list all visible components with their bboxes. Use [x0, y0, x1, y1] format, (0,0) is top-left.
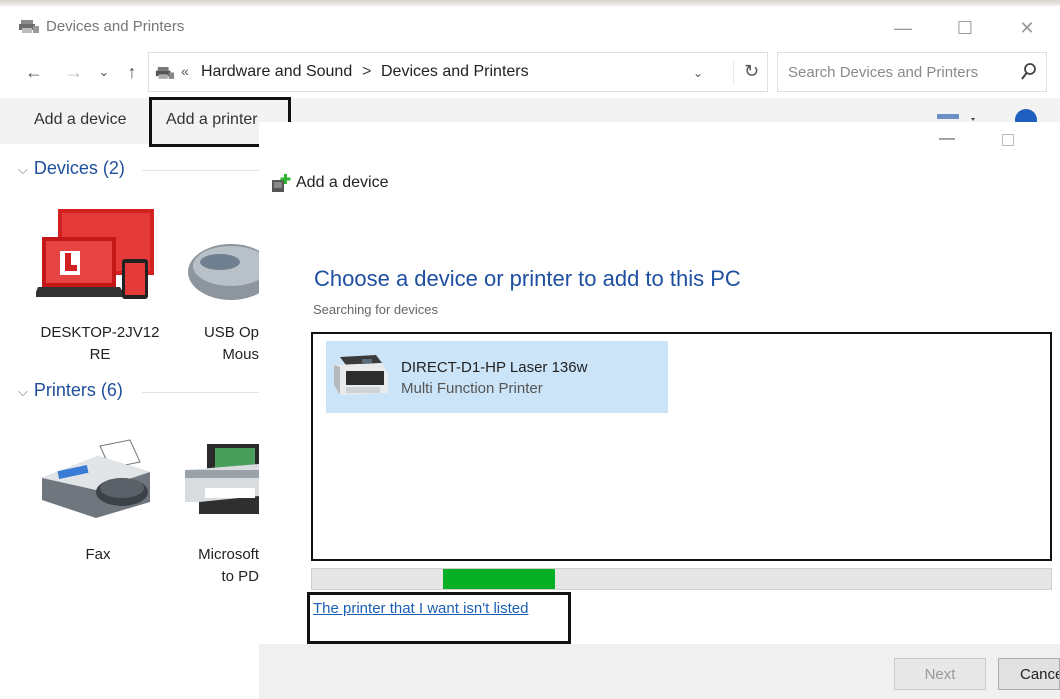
search-progress-bar [311, 568, 1052, 590]
address-bar[interactable]: « Hardware and Sound > Devices and Print… [148, 52, 768, 92]
device-label-line: Fax [85, 546, 111, 563]
devices-printers-icon [19, 20, 39, 33]
breadcrumb-separator[interactable]: > [362, 63, 371, 81]
title-bar: Devices and Printers — ☐ ✕ [0, 6, 1060, 46]
fax-icon[interactable] [38, 438, 156, 520]
add-device-command[interactable]: Add a device [34, 111, 127, 129]
group-divider [142, 170, 259, 171]
device-label-desktop[interactable]: DESKTOP-2JV12 RE [30, 322, 170, 366]
search-status: Searching for devices [313, 302, 439, 317]
printer-label-microsoft[interactable]: Microsoft to PD [180, 544, 259, 588]
search-placeholder: Search Devices and Printers [788, 64, 979, 81]
dialog-title: Add a device [296, 174, 389, 191]
dialog-minimize-button[interactable]: — [939, 130, 955, 148]
window-title: Devices and Printers [46, 18, 185, 35]
dialog-maximize-button[interactable] [1002, 134, 1014, 146]
chevron-down-icon: ⌵ [18, 162, 28, 177]
refresh-button[interactable]: ↻ [733, 61, 769, 85]
device-label-usb-mouse[interactable]: USB Op Mous [192, 322, 259, 366]
device-type: Multi Function Printer [401, 380, 543, 397]
add-device-icon [272, 174, 291, 192]
next-button[interactable]: Next [894, 658, 986, 690]
device-label-line: Microsoft [198, 546, 259, 563]
forward-button[interactable]: → [62, 60, 86, 84]
devices-printers-icon [155, 67, 175, 79]
printers-group-title: Printers (6) [33, 380, 123, 400]
device-label-line: to PD [221, 568, 259, 585]
progress-indicator [443, 569, 555, 589]
printer-icon [334, 355, 388, 395]
cancel-button[interactable]: Cancel [998, 658, 1060, 690]
add-device-dialog: — Add a device Choose a device or printe… [259, 122, 1060, 699]
device-label-line: USB Op [203, 324, 259, 341]
navigation-bar: ← → ⌄ ↑ « Hardware and Sound > Devices a… [0, 46, 1060, 96]
device-label-line: DESKTOP-2JV12 [40, 324, 160, 341]
group-divider [142, 392, 259, 393]
device-item-hp-laser[interactable]: DIRECT-D1-HP Laser 136w Multi Function P… [326, 341, 668, 413]
computer-icon[interactable] [36, 207, 158, 303]
dialog-heading: Choose a device or printer to add to thi… [314, 266, 741, 291]
search-icon[interactable] [1020, 62, 1038, 82]
address-dropdown-button[interactable]: ⌄ [693, 66, 703, 80]
search-input[interactable]: Search Devices and Printers [777, 52, 1047, 92]
printer-icon[interactable] [185, 444, 259, 516]
printer-label-fax[interactable]: Fax [48, 544, 148, 566]
printers-group-header[interactable]: ⌵ Printers (6) [18, 380, 123, 401]
breadcrumb-devices-and-printers[interactable]: Devices and Printers [381, 63, 529, 81]
device-label-line: Mous [222, 346, 259, 363]
devices-group-title: Devices (2) [33, 158, 125, 178]
close-button[interactable]: ✕ [1004, 14, 1050, 42]
address-overflow-chevron[interactable]: « [181, 63, 189, 79]
back-button[interactable]: ← [22, 60, 46, 84]
devices-group-header[interactable]: ⌵ Devices (2) [18, 158, 125, 179]
device-name: DIRECT-D1-HP Laser 136w [401, 359, 588, 376]
device-label-line: RE [89, 346, 111, 363]
breadcrumb-hardware-and-sound[interactable]: Hardware and Sound [201, 63, 352, 81]
minimize-button[interactable]: — [880, 14, 926, 42]
maximize-button[interactable]: ☐ [942, 14, 988, 42]
up-button[interactable]: ↑ [120, 60, 144, 84]
not-listed-highlight-box [307, 592, 571, 644]
recent-locations-button[interactable]: ⌄ [92, 60, 116, 84]
device-list[interactable]: DIRECT-D1-HP Laser 136w Multi Function P… [311, 332, 1052, 561]
mouse-icon[interactable] [186, 240, 259, 302]
dialog-footer: Next Cancel [259, 644, 1060, 699]
chevron-down-icon: ⌵ [18, 384, 28, 399]
